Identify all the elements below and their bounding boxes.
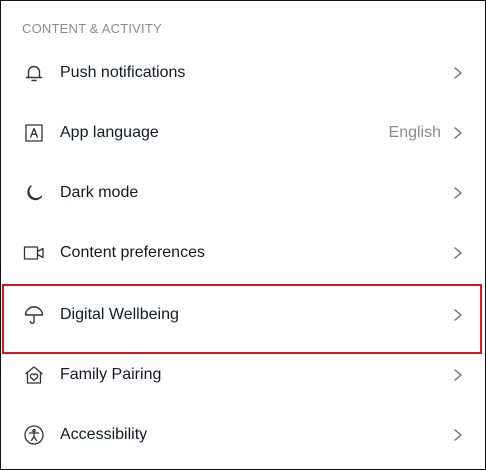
chevron-right-icon	[451, 367, 465, 383]
content-preferences-row[interactable]: Content preferences	[1, 223, 485, 283]
chevron-right-icon	[451, 307, 465, 323]
app-language-row[interactable]: App language English	[1, 103, 485, 163]
accessibility-icon	[23, 424, 45, 446]
settings-panel: CONTENT & ACTIVITY Push notifications Ap…	[0, 0, 486, 470]
digital-wellbeing-row[interactable]: Digital Wellbeing	[1, 285, 485, 345]
chevron-right-icon	[451, 65, 465, 81]
language-icon	[23, 122, 45, 144]
chevron-right-icon	[451, 245, 465, 261]
moon-icon	[23, 182, 45, 204]
chevron-right-icon	[451, 427, 465, 443]
digital-wellbeing-label: Digital Wellbeing	[60, 306, 179, 323]
family-pairing-row[interactable]: Family Pairing	[1, 345, 485, 405]
accessibility-label: Accessibility	[60, 426, 148, 443]
section-header: CONTENT & ACTIVITY	[22, 21, 162, 36]
chevron-right-icon	[451, 125, 465, 141]
chevron-right-icon	[451, 185, 465, 201]
umbrella-icon	[23, 304, 45, 326]
family-house-icon	[23, 364, 45, 386]
content-preferences-label: Content preferences	[60, 244, 205, 261]
family-pairing-label: Family Pairing	[60, 366, 162, 383]
app-language-label: App language	[60, 124, 159, 141]
app-language-value: English	[388, 124, 441, 141]
dark-mode-row[interactable]: Dark mode	[1, 163, 485, 223]
video-camera-icon	[23, 242, 45, 264]
bell-icon	[23, 62, 45, 84]
push-notifications-row[interactable]: Push notifications	[1, 43, 485, 103]
push-notifications-label: Push notifications	[60, 64, 186, 81]
accessibility-row[interactable]: Accessibility	[1, 405, 485, 465]
dark-mode-label: Dark mode	[60, 184, 139, 201]
